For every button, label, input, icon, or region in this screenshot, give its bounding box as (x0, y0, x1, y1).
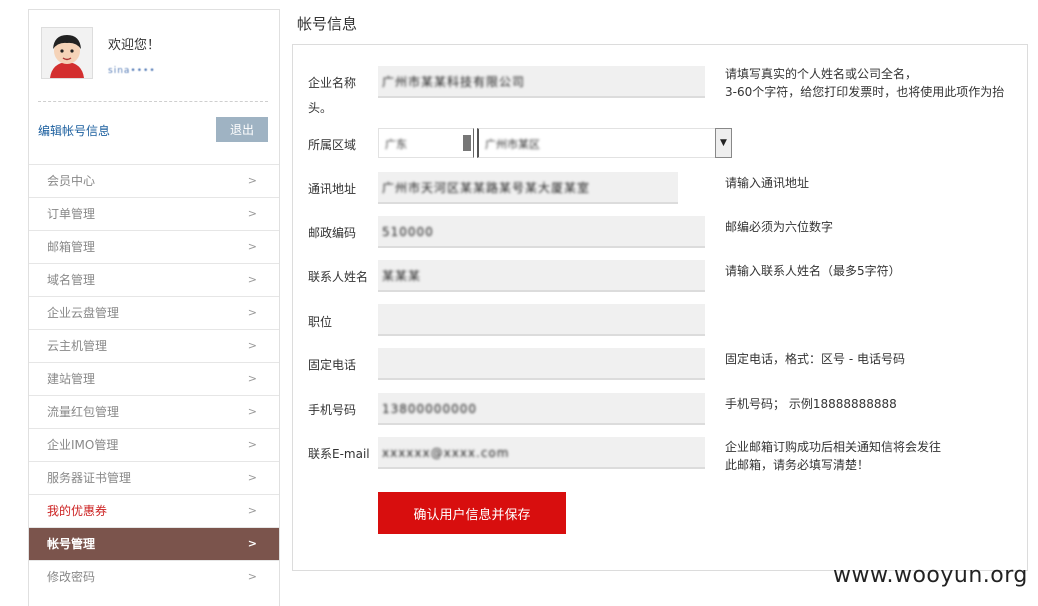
sidebar-item-label: 邮箱管理 (47, 240, 96, 254)
mobile-field[interactable]: 13800000000 (378, 393, 705, 425)
sidebar-menu: 会员中心 > 订单管理 > 邮箱管理 > 域名管理 > 企业云盘管理 > 云主机… (29, 164, 279, 593)
sidebar-item-label: 云主机管理 (47, 339, 108, 353)
address-label: 通讯地址 (308, 182, 357, 196)
sidebar-item-member-center[interactable]: 会员中心 > (29, 164, 279, 197)
sidebar-item-coupons[interactable]: 我的优惠券 > (29, 494, 279, 527)
chevron-right-icon: > (247, 504, 257, 517)
postcode-label: 邮政编码 (308, 226, 357, 240)
position-field[interactable] (378, 304, 705, 336)
sidebar-item-label: 会员中心 (47, 174, 96, 188)
sidebar-item-site-builder[interactable]: 建站管理 > (29, 362, 279, 395)
chevron-down-icon[interactable]: ▼ (715, 128, 732, 158)
contact-name-value: 某某某 (382, 269, 422, 283)
email-value: xxxxxx@xxxx.com (382, 446, 510, 460)
account-form-panel: 企业名称 头。 广州市某某科技有限公司 请填写真实的个人姓名或公司全名， 3-6… (292, 44, 1028, 571)
sidebar-item-server-cert[interactable]: 服务器证书管理 > (29, 461, 279, 494)
sidebar-item-label: 企业IMO管理 (47, 438, 119, 452)
contact-name-label: 联系人姓名 (308, 270, 369, 284)
company-name-value: 广州市某某科技有限公司 (382, 75, 526, 89)
chevron-right-icon: > (247, 207, 257, 220)
company-name-hint-line2: 3-60个字符，给您打印发票时，也将使用此项作为抬 (725, 85, 1005, 99)
mobile-hint: 手机号码； 示例18888888888 (725, 397, 897, 411)
sidebar-item-label: 建站管理 (47, 372, 96, 386)
sidebar-item-cloud-host[interactable]: 云主机管理 > (29, 329, 279, 362)
sidebar-item-label: 修改密码 (47, 570, 96, 584)
address-field[interactable]: 广州市天河区某某路某号某大厦某室 (378, 172, 678, 204)
chevron-right-icon: > (247, 471, 257, 484)
welcome-text: 欢迎您！ (108, 38, 161, 53)
phone-hint: 固定电话，格式：区号 - 电话号码 (725, 352, 905, 366)
chevron-right-icon: > (247, 174, 257, 187)
company-name-field[interactable]: 广州市某某科技有限公司 (378, 66, 705, 98)
city-value: 广州市某区 (485, 138, 540, 151)
mobile-value: 13800000000 (382, 402, 477, 416)
email-hint-line1: 企业邮箱订购成功后相关通知信将会发往 (725, 440, 942, 454)
phone-field[interactable] (378, 348, 705, 380)
sidebar-item-label: 企业云盘管理 (47, 306, 120, 320)
postcode-value: 510000 (382, 225, 434, 239)
avatar (41, 27, 93, 79)
avatar-image (42, 28, 92, 78)
email-hint-line2: 此邮箱，请务必填写清楚！ (725, 458, 870, 472)
company-name-hint-line1: 请填写真实的个人姓名或公司全名， (725, 67, 918, 81)
sidebar-item-label: 我的优惠券 (47, 504, 108, 518)
chevron-right-icon: > (247, 570, 257, 583)
region-label: 所属区域 (308, 138, 357, 152)
email-label: 联系E-mail (308, 447, 370, 461)
sidebar: 欢迎您！ sina•••• 编辑帐号信息 退出 会员中心 > 订单管理 > 邮箱… (28, 9, 280, 606)
contact-name-hint: 请输入联系人姓名（最多5字符） (725, 264, 901, 278)
sidebar-item-domains[interactable]: 域名管理 > (29, 263, 279, 296)
sidebar-item-orders[interactable]: 订单管理 > (29, 197, 279, 230)
position-label: 职位 (308, 315, 333, 329)
sidebar-item-label: 流量红包管理 (47, 405, 120, 419)
address-hint: 请输入通讯地址 (725, 176, 810, 190)
province-select[interactable]: 广东 (378, 128, 474, 158)
chevron-right-icon: > (247, 537, 257, 550)
sidebar-item-mailbox[interactable]: 邮箱管理 > (29, 230, 279, 263)
username: sina•••• (108, 66, 156, 76)
province-value: 广东 (385, 138, 407, 151)
divider (38, 101, 268, 102)
mobile-label: 手机号码 (308, 403, 357, 417)
company-name-label: 企业名称 (308, 76, 357, 90)
sidebar-item-traffic-bonus[interactable]: 流量红包管理 > (29, 395, 279, 428)
sidebar-item-label: 域名管理 (47, 273, 96, 287)
postcode-field[interactable]: 510000 (378, 216, 705, 248)
phone-label: 固定电话 (308, 358, 357, 372)
chevron-right-icon: > (247, 240, 257, 253)
city-select[interactable]: 广州市某区 (477, 128, 716, 158)
chevron-right-icon: > (247, 372, 257, 385)
edit-account-link[interactable]: 编辑帐号信息 (38, 122, 110, 139)
sidebar-item-account[interactable]: 帐号管理 > (29, 527, 279, 560)
contact-name-field[interactable]: 某某某 (378, 260, 705, 292)
sidebar-item-label: 帐号管理 (47, 537, 96, 551)
sidebar-item-label: 订单管理 (47, 207, 96, 221)
watermark: www.wooyun.org (833, 563, 1028, 588)
chevron-right-icon: > (247, 339, 257, 352)
province-select-arrow (463, 135, 471, 151)
sidebar-item-change-password[interactable]: 修改密码 > (29, 560, 279, 593)
page-title: 帐号信息 (297, 15, 358, 33)
sidebar-item-cloud-disk[interactable]: 企业云盘管理 > (29, 296, 279, 329)
chevron-right-icon: > (247, 438, 257, 451)
save-button[interactable]: 确认用户信息并保存 (378, 492, 566, 534)
sidebar-item-label: 服务器证书管理 (47, 471, 132, 485)
sidebar-item-imo[interactable]: 企业IMO管理 > (29, 428, 279, 461)
address-value: 广州市天河区某某路某号某大厦某室 (382, 181, 591, 195)
email-field[interactable]: xxxxxx@xxxx.com (378, 437, 705, 469)
logout-button[interactable]: 退出 (216, 117, 268, 142)
chevron-right-icon: > (247, 405, 257, 418)
chevron-right-icon: > (247, 273, 257, 286)
chevron-right-icon: > (247, 306, 257, 319)
postcode-hint: 邮编必须为六位数字 (725, 220, 834, 234)
company-name-label-wrap: 头。 (308, 101, 333, 115)
